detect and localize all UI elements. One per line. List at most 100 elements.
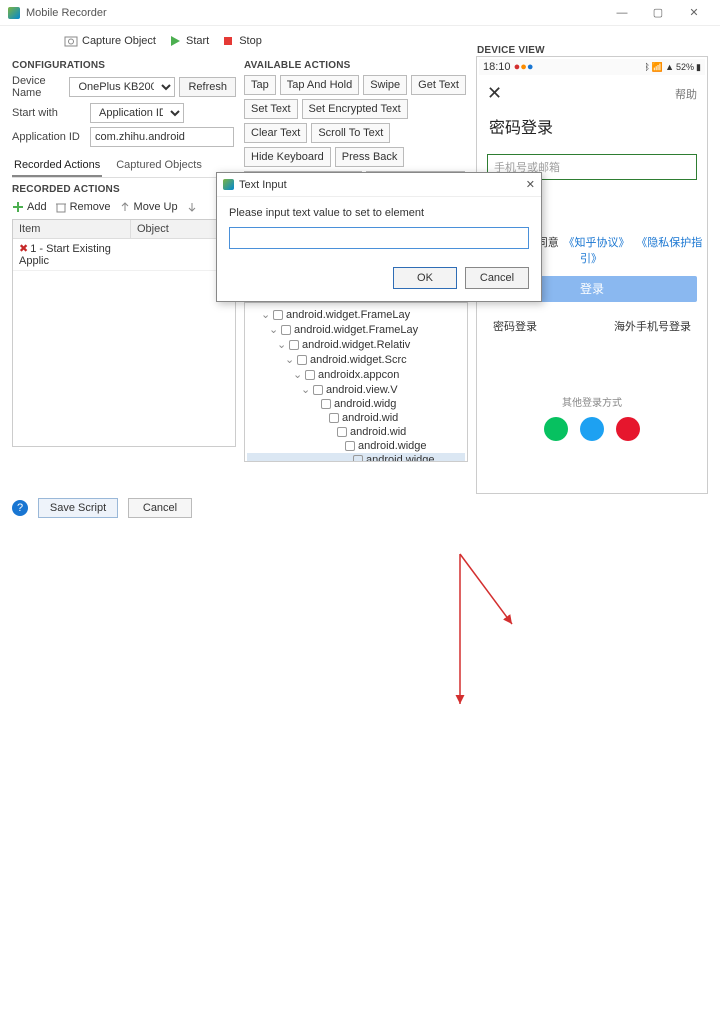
capture-object-button[interactable]: Capture Object: [60, 32, 160, 50]
element-icon: [313, 385, 323, 395]
element-icon: [329, 413, 339, 423]
element-icon: [353, 455, 363, 462]
device-help-link[interactable]: 帮助: [675, 86, 697, 102]
tree-node[interactable]: android.wid: [247, 411, 465, 425]
stop-label: Stop: [239, 35, 262, 47]
battery-icon: ▮: [696, 62, 701, 72]
tree-node[interactable]: ⌄android.widget.FrameLay: [247, 307, 465, 322]
object-tree[interactable]: ⌄android.widget.FrameLay⌄android.widget.…: [244, 302, 468, 462]
device-terms-link[interactable]: 《知乎协议》: [564, 237, 630, 249]
tree-twisty-icon[interactable]: ⌄: [261, 308, 270, 321]
dialog-close-icon[interactable]: ✕: [526, 178, 535, 191]
table-row[interactable]: ✖1 - Start Existing Applic: [13, 239, 235, 271]
device-password-login-link[interactable]: 密码登录: [493, 318, 537, 334]
cancel-button[interactable]: Cancel: [128, 498, 192, 518]
device-name-label: Device Name: [12, 75, 65, 99]
window-title: Mobile Recorder: [26, 7, 604, 19]
qq-login-icon[interactable]: [580, 417, 604, 441]
save-script-button[interactable]: Save Script: [38, 498, 118, 518]
arrow-down-icon[interactable]: [186, 201, 198, 213]
device-name-select[interactable]: OnePlus KB2000 (Android 11: [69, 77, 175, 97]
stop-icon: [221, 34, 235, 48]
plus-icon: [12, 201, 24, 213]
device-other-login-label: 其他登录方式: [479, 394, 705, 409]
maximize-button[interactable]: ▢: [640, 3, 676, 23]
app-id-label: Application ID: [12, 131, 86, 143]
config-heading: CONFIGURATIONS: [12, 60, 236, 71]
action-chip[interactable]: Set Encrypted Text: [302, 99, 408, 119]
add-button[interactable]: Add: [12, 201, 47, 213]
available-heading: AVAILABLE ACTIONS: [244, 60, 468, 71]
play-icon: [168, 34, 182, 48]
tree-node[interactable]: ⌄android.widget.FrameLay: [247, 322, 465, 337]
dialog-text-input[interactable]: [229, 227, 529, 249]
camera-icon: [64, 34, 78, 48]
refresh-button[interactable]: Refresh: [179, 77, 236, 97]
start-label: Start: [186, 35, 209, 47]
action-chip[interactable]: Set Text: [244, 99, 298, 119]
tree-twisty-icon[interactable]: ⌄: [301, 383, 310, 396]
start-button[interactable]: Start: [164, 32, 213, 50]
device-overseas-link[interactable]: 海外手机号登录: [614, 318, 691, 334]
weibo-login-icon[interactable]: [616, 417, 640, 441]
tree-node[interactable]: android.widge: [247, 439, 465, 453]
action-chip[interactable]: Tap And Hold: [280, 75, 359, 95]
tree-twisty-icon[interactable]: ⌄: [277, 338, 286, 351]
dialog-ok-button[interactable]: OK: [393, 267, 457, 289]
tab-recorded-actions[interactable]: Recorded Actions: [12, 155, 102, 177]
trash-icon: [55, 201, 67, 213]
dialog-title: Text Input: [239, 179, 287, 191]
element-icon: [289, 340, 299, 350]
app-logo-icon: [8, 7, 20, 19]
start-with-select[interactable]: Application ID: [90, 103, 184, 123]
wechat-login-icon[interactable]: [544, 417, 568, 441]
device-page-title: 密码登录: [479, 108, 705, 144]
action-chip[interactable]: Scroll To Text: [311, 123, 390, 143]
tree-node[interactable]: android.widg: [247, 397, 465, 411]
dialog-logo-icon: [223, 179, 234, 190]
action-chip[interactable]: Swipe: [363, 75, 407, 95]
remove-button[interactable]: Remove: [55, 201, 111, 213]
element-icon: [297, 355, 307, 365]
tree-node[interactable]: ⌄android.widget.Scrc: [247, 352, 465, 367]
error-icon: ✖: [19, 243, 28, 255]
tree-node[interactable]: android.widge: [247, 453, 465, 462]
move-up-button[interactable]: Move Up: [119, 201, 178, 213]
minimize-button[interactable]: —: [604, 3, 640, 23]
capture-label: Capture Object: [82, 35, 156, 47]
action-chip[interactable]: Press Back: [335, 147, 405, 167]
element-icon: [281, 325, 291, 335]
action-chip[interactable]: Get Text: [411, 75, 466, 95]
help-icon[interactable]: ?: [12, 500, 28, 516]
recorded-heading: RECORDED ACTIONS: [12, 184, 236, 195]
element-icon: [273, 310, 283, 320]
col-item[interactable]: Item: [13, 220, 131, 238]
action-chip[interactable]: Clear Text: [244, 123, 307, 143]
dialog-cancel-button[interactable]: Cancel: [465, 267, 529, 289]
close-button[interactable]: ✕: [676, 3, 712, 23]
annotation-arrow: [0, 494, 720, 1018]
text-input-dialog: Text Input ✕ Please input text value to …: [216, 172, 542, 302]
tree-twisty-icon[interactable]: ⌄: [293, 368, 302, 381]
app-id-input[interactable]: [90, 127, 234, 147]
device-close-icon[interactable]: ✕: [487, 83, 502, 104]
tree-node[interactable]: android.wid: [247, 425, 465, 439]
action-chip[interactable]: Hide Keyboard: [244, 147, 331, 167]
element-icon: [321, 399, 331, 409]
wifi-icon: 📶: [652, 62, 663, 72]
arrow-up-icon: [119, 201, 131, 213]
tree-twisty-icon[interactable]: ⌄: [285, 353, 294, 366]
tree-node[interactable]: ⌄android.widget.Relativ: [247, 337, 465, 352]
dialog-prompt: Please input text value to set to elemen…: [229, 207, 529, 219]
tree-twisty-icon[interactable]: ⌄: [269, 323, 278, 336]
tree-node[interactable]: ⌄android.view.V: [247, 382, 465, 397]
tree-node[interactable]: ⌄androidx.appcon: [247, 367, 465, 382]
element-icon: [305, 370, 315, 380]
bluetooth-icon: ᛒ: [644, 62, 649, 72]
action-chip[interactable]: Tap: [244, 75, 276, 95]
signal-icon: ▲: [665, 62, 674, 72]
stop-button[interactable]: Stop: [217, 32, 266, 50]
device-status-bar: 18:10 ●●● ᛒ📶▲52%▮: [479, 59, 705, 75]
start-with-label: Start with: [12, 107, 86, 119]
tab-captured-objects[interactable]: Captured Objects: [114, 155, 204, 177]
